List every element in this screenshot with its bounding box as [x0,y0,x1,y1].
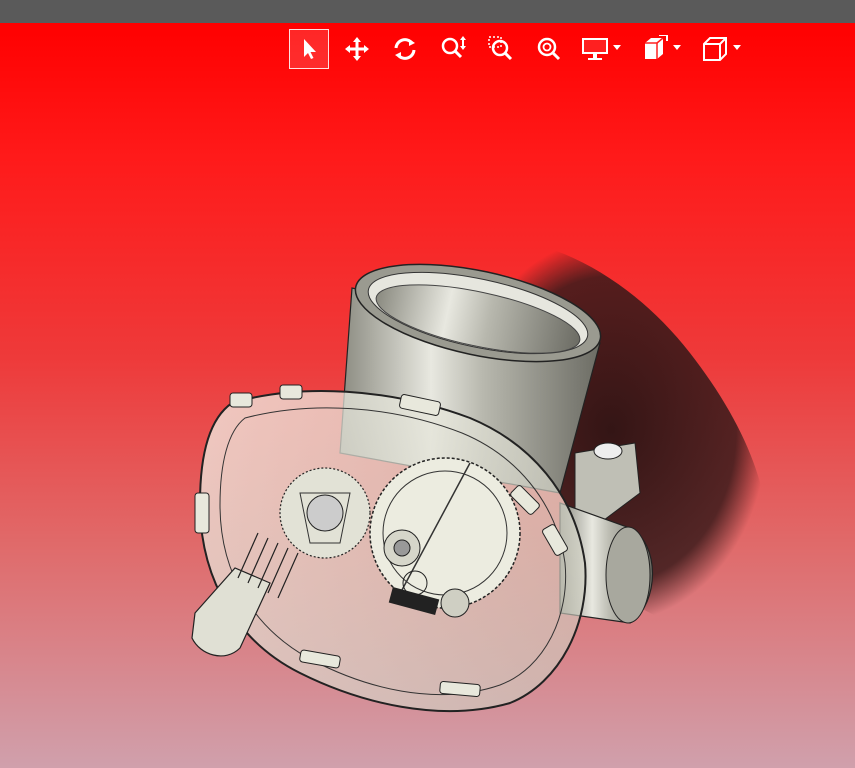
throttle-body-model[interactable] [0,23,855,768]
rotate-icon [394,38,416,60]
window-titlebar [0,0,855,23]
chevron-down-icon [613,45,621,50]
move-arrows-icon [345,37,369,61]
zoom-in-out-tool-button[interactable] [433,29,473,69]
view-orientation-tool-button[interactable] [637,29,689,69]
zoom-window-tool-button[interactable] [481,29,521,69]
select-tool-button[interactable] [289,29,329,69]
chevron-down-icon [733,45,741,50]
chevron-down-icon [673,45,681,50]
cube-icon [703,37,727,61]
rotate-tool-button[interactable] [385,29,425,69]
shaded-view-tool-button[interactable] [697,29,749,69]
zoom-fit-icon [537,37,561,61]
monitor-icon [582,38,608,60]
zoom-in-out-icon [441,36,466,59]
view-orientation-icon [645,35,668,59]
pan-tool-button[interactable] [337,29,377,69]
display-mode-tool-button[interactable] [577,29,629,69]
view-toolbar [289,29,757,69]
zoom-window-icon [488,36,513,61]
3d-viewport[interactable] [0,23,855,768]
zoom-fit-tool-button[interactable] [529,29,569,69]
arrow-pointer-icon [304,39,316,59]
